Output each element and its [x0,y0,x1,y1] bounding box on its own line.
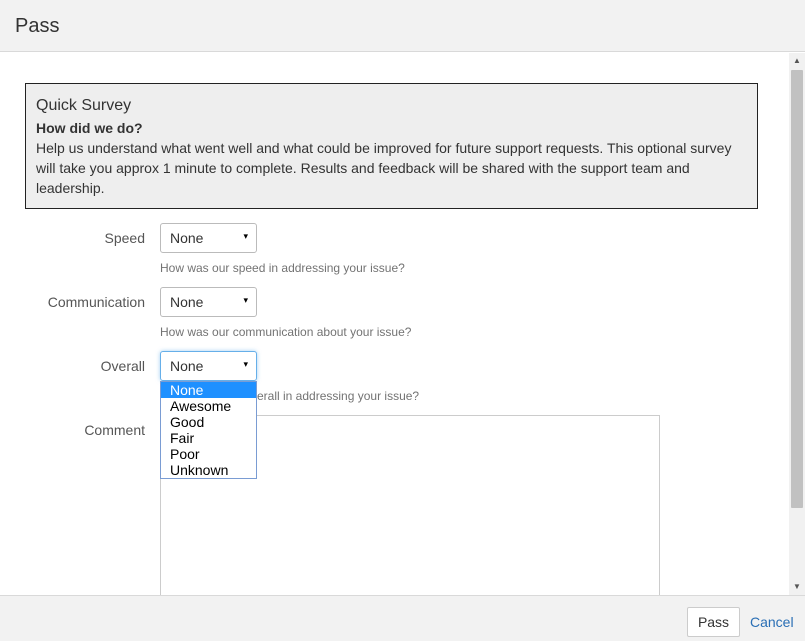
scrollbar-thumb[interactable] [791,70,803,508]
survey-description-line-3: leadership. [36,180,105,196]
dropdown-option-none[interactable]: None [161,382,256,398]
communication-select-value: None [170,294,204,310]
overall-label: Overall [100,358,145,374]
scroll-up-arrow-icon[interactable]: ▲ [789,53,805,69]
survey-subtitle: How did we do? [36,120,143,136]
dialog-title: Pass [15,15,60,37]
chevron-down-icon: ▾ [243,231,248,241]
survey-info-box: Quick Survey How did we do? Help us unde… [25,83,758,209]
speed-select-value: None [170,230,204,246]
overall-select[interactable]: None ▾ [160,351,257,381]
communication-label: Communication [47,294,145,310]
survey-title: Quick Survey [36,97,132,114]
speed-help-text: How was our speed in addressing your iss… [160,261,405,275]
dropdown-option-fair[interactable]: Fair [161,430,256,446]
overall-help-text: erall in addressing your issue? [257,389,420,403]
dropdown-option-poor[interactable]: Poor [161,446,256,462]
speed-label: Speed [104,230,145,246]
survey-description-line-1: Help us understand what went well and wh… [36,140,732,156]
communication-help-text: How was our communication about your iss… [160,325,412,339]
dialog-footer: Pass Cancel [0,595,805,641]
dropdown-option-good[interactable]: Good [161,414,256,430]
survey-description-line-2: will take you approx 1 minute to complet… [36,160,690,176]
scroll-down-arrow-icon[interactable]: ▼ [789,579,805,595]
chevron-down-icon: ▾ [243,359,248,369]
overall-dropdown-list: None Awesome Good Fair Poor Unknown [160,381,257,479]
dropdown-option-unknown[interactable]: Unknown [161,462,256,478]
dialog-header: Pass [0,0,805,52]
overall-select-value: None [170,358,204,374]
speed-select[interactable]: None ▾ [160,223,257,253]
communication-select[interactable]: None ▾ [160,287,257,317]
dialog-body: Quick Survey How did we do? Help us unde… [0,53,789,595]
comment-label: Comment [84,422,145,438]
cancel-link[interactable]: Cancel [750,614,794,630]
vertical-scrollbar[interactable]: ▲ ▼ [789,53,805,595]
pass-button[interactable]: Pass [687,607,740,637]
chevron-down-icon: ▾ [243,295,248,305]
dropdown-option-awesome[interactable]: Awesome [161,398,256,414]
